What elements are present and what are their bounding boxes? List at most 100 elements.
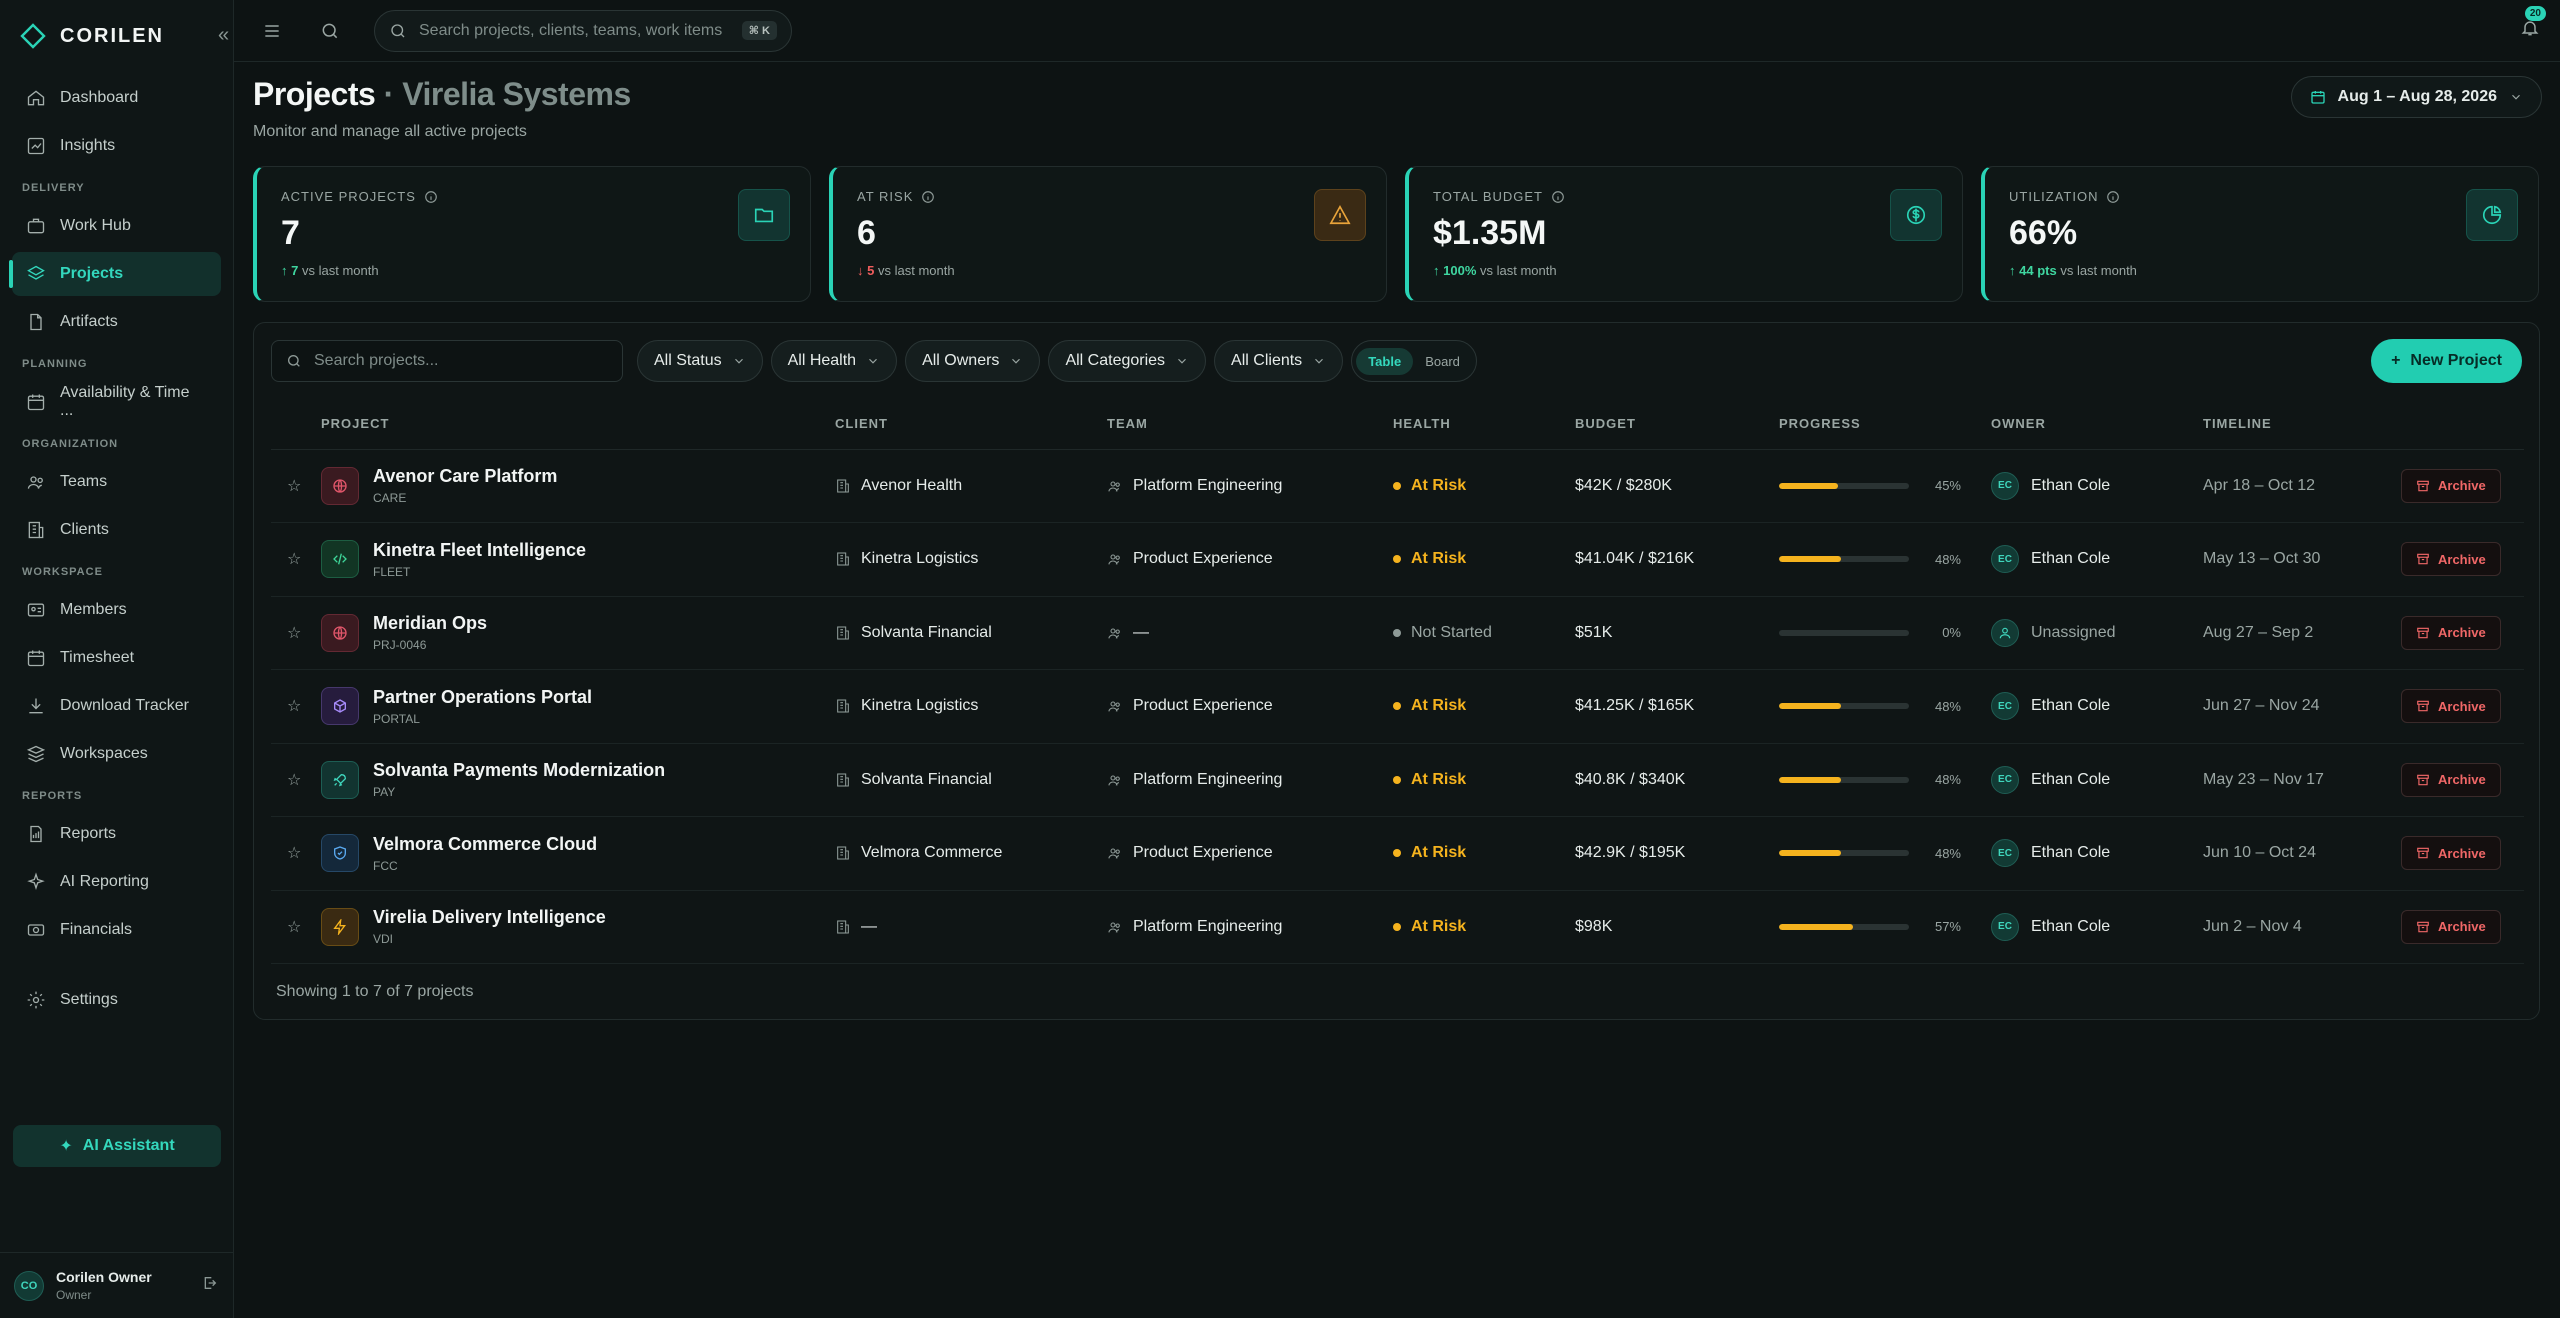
sidebar-item-settings[interactable]: Settings <box>12 978 221 1022</box>
sidebar-item-label: Financials <box>60 921 133 938</box>
collapse-sidebar-icon[interactable]: « <box>218 24 229 47</box>
sidebar-item-members[interactable]: Members <box>12 588 221 632</box>
project-avatar <box>321 466 359 505</box>
table-row[interactable]: ☆ Solvanta Payments Modernization PAY So… <box>271 743 2524 817</box>
logout-icon[interactable] <box>202 1275 218 1296</box>
project-name[interactable]: Partner Operations Portal <box>373 687 592 708</box>
sidebar-item-label: Dashboard <box>60 89 139 106</box>
search-icon[interactable] <box>316 17 344 45</box>
sidebar-item-financials[interactable]: Financials <box>12 908 221 952</box>
sidebar-item-timesheet[interactable]: Timesheet <box>12 636 221 680</box>
budget-cell: $42.9K / $195K <box>1575 816 1779 891</box>
filter-dropdown-all-owners[interactable]: All Owners <box>905 340 1041 382</box>
archive-button[interactable]: Archive <box>2401 909 2501 944</box>
archive-button[interactable]: Archive <box>2401 615 2501 650</box>
client-name: — <box>861 917 877 935</box>
archive-button[interactable]: Archive <box>2401 762 2501 797</box>
sidebar-item-clients[interactable]: Clients <box>12 508 221 552</box>
star-icon[interactable]: ☆ <box>287 478 301 495</box>
filter-dropdown-all-health[interactable]: All Health <box>770 340 898 382</box>
sidebar-item-label: Settings <box>60 991 118 1008</box>
user-card[interactable]: CO Corilen Owner Owner <box>0 1252 234 1318</box>
progress-fill <box>1779 703 1842 710</box>
sidebar-item-download-tracker[interactable]: Download Tracker <box>12 684 221 728</box>
client-name: Avenor Health <box>861 476 963 494</box>
project-name[interactable]: Solvanta Payments Modernization <box>373 760 665 781</box>
filter-dropdown-all-clients[interactable]: All Clients <box>1214 340 1344 382</box>
column-header-progress[interactable]: PROGRESS <box>1779 399 1991 450</box>
sidebar-item-ai-reporting[interactable]: AI Reporting <box>12 860 221 904</box>
project-name[interactable]: Virelia Delivery Intelligence <box>373 907 606 928</box>
table-row[interactable]: ☆ Kinetra Fleet Intelligence FLEET Kinet… <box>271 522 2524 597</box>
sidebar-item-workspaces[interactable]: Workspaces <box>12 732 221 776</box>
table-row[interactable]: ☆ Virelia Delivery Intelligence VDI — Pl… <box>271 890 2524 964</box>
info-icon <box>922 190 935 203</box>
date-range-picker[interactable]: Aug 1 – Aug 28, 2026 <box>2290 76 2542 118</box>
global-search-input[interactable]: Search projects, clients, teams, work it… <box>374 9 792 52</box>
archive-button[interactable]: Archive <box>2401 689 2501 724</box>
team-cell: — <box>1107 596 1393 670</box>
table-row[interactable]: ☆ Partner Operations Portal PORTAL Kinet… <box>271 669 2524 744</box>
view-table[interactable]: Table <box>1356 347 1414 375</box>
sidebar-item-insights[interactable]: Insights <box>12 124 221 168</box>
sidebar-item-artifacts[interactable]: Artifacts <box>12 300 221 344</box>
project-name[interactable]: Velmora Commerce Cloud <box>373 834 597 855</box>
column-header-budget[interactable]: BUDGET <box>1575 399 1779 450</box>
actions-cell: Archive <box>2401 522 2524 597</box>
view-board[interactable]: Board <box>1413 348 1472 375</box>
new-project-button[interactable]: + New Project <box>2371 339 2522 383</box>
archive-button[interactable]: Archive <box>2401 542 2501 577</box>
star-icon[interactable]: ☆ <box>287 551 301 568</box>
sidebar-item-reports[interactable]: Reports <box>12 812 221 856</box>
kpi-delta-text: vs last month <box>1480 263 1557 278</box>
archive-button[interactable]: Archive <box>2401 468 2501 503</box>
table-row[interactable]: ☆ Avenor Care Platform CARE Avenor Healt… <box>271 449 2524 523</box>
menu-icon[interactable] <box>258 17 286 45</box>
sidebar-item-work-hub[interactable]: Work Hub <box>12 204 221 248</box>
budget-cell: $41.04K / $216K <box>1575 522 1779 597</box>
info-icon <box>425 190 437 203</box>
column-header-owner[interactable]: OWNER <box>1991 399 2203 450</box>
column-header-project[interactable]: PROJECT <box>321 399 835 450</box>
health-status: At Risk <box>1411 917 1467 935</box>
sidebar-item-dashboard[interactable]: Dashboard <box>12 76 221 120</box>
projects-panel: Search projects... All Status All Health… <box>253 322 2540 1020</box>
star-icon[interactable]: ☆ <box>287 625 301 642</box>
star-icon[interactable]: ☆ <box>287 919 301 936</box>
search-icon <box>391 23 405 37</box>
sidebar-item-teams[interactable]: Teams <box>12 460 221 504</box>
star-icon[interactable]: ☆ <box>287 845 301 862</box>
project-code: FCC <box>373 858 398 873</box>
column-header-timeline[interactable]: TIMELINE <box>2203 399 2401 450</box>
building-icon <box>837 699 849 713</box>
budget-cell: $40.8K / $340K <box>1575 743 1779 817</box>
shortcut-badge: ⌘ K <box>741 21 777 40</box>
table-row[interactable]: ☆ Meridian Ops PRJ-0046 Solvanta Financi… <box>271 596 2524 670</box>
star-icon[interactable]: ☆ <box>287 698 301 715</box>
table-row[interactable]: ☆ Velmora Commerce Cloud FCC Velmora Com… <box>271 816 2524 891</box>
owner-name: Ethan Cole <box>2031 770 2111 788</box>
brand[interactable]: CORILEN « <box>0 0 233 72</box>
progress-cell: 48% <box>1779 669 1991 744</box>
project-name[interactable]: Meridian Ops <box>373 613 487 634</box>
notifications-button[interactable]: 20 <box>2520 6 2546 43</box>
filter-dropdown-all-categories[interactable]: All Categories <box>1048 340 1207 382</box>
star-icon[interactable]: ☆ <box>287 772 301 789</box>
sidebar-item-availability-time[interactable]: Availability & Time ... <box>12 380 221 424</box>
team-icon <box>1108 922 1120 933</box>
column-header-client[interactable]: CLIENT <box>835 399 1107 450</box>
filter-dropdown-all-status[interactable]: All Status <box>637 340 763 382</box>
kpi-value: $1.35M <box>1433 214 1547 252</box>
team-cell: Product Experience <box>1107 669 1393 744</box>
archive-button[interactable]: Archive <box>2401 836 2501 871</box>
kpi-value: 6 <box>857 214 876 252</box>
sidebar-item-label: Workspaces <box>60 745 148 762</box>
project-name[interactable]: Avenor Care Platform <box>373 466 557 487</box>
column-header-health[interactable]: HEALTH <box>1393 399 1575 450</box>
nav-section-title: ORGANIZATION <box>22 438 119 450</box>
ai-assistant-button[interactable]: ✦ AI Assistant <box>13 1125 221 1167</box>
column-header-team[interactable]: TEAM <box>1107 399 1393 450</box>
sidebar-item-projects[interactable]: Projects <box>12 252 221 296</box>
project-search-input[interactable]: Search projects... <box>271 340 623 382</box>
project-name[interactable]: Kinetra Fleet Intelligence <box>373 540 586 561</box>
